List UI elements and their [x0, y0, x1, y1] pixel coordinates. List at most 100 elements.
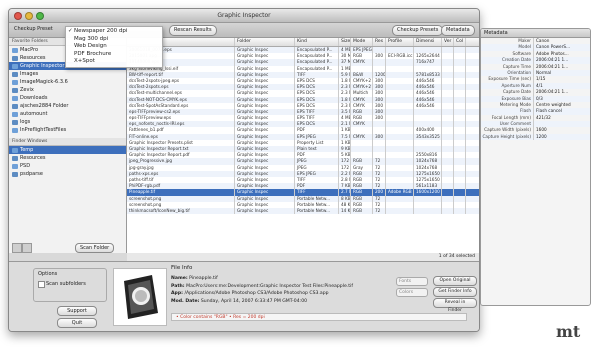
checkup-presets-button[interactable]: Checkup Presets	[392, 25, 444, 36]
brand-logo: mt	[556, 322, 581, 341]
sidebar-folder-label: InPreflightTestFiles	[20, 127, 67, 133]
column-header[interactable]: Size	[339, 38, 351, 46]
table-cell	[442, 207, 454, 215]
open-original-button[interactable]: Open Original	[433, 276, 477, 286]
sidebar-folder-label: ajsches2884 Folder	[20, 103, 69, 109]
table-cell: Portable Netw...	[295, 207, 339, 215]
scan-folder-button[interactable]: Scan Folder	[75, 243, 115, 253]
sidebar-folder-label: logs	[20, 119, 31, 125]
checkmark-icon: ✓	[68, 28, 73, 34]
reveal-in-finder-button[interactable]: Reveal in Finder	[433, 298, 477, 313]
options-title: Options	[38, 271, 58, 277]
preset-menu-item[interactable]: X+Spot	[66, 58, 162, 66]
folder-icon	[12, 87, 18, 93]
table-cell: 14 KB	[341, 207, 351, 215]
preset-menu-item[interactable]: ✓ Newspaper 200 dpi	[66, 28, 162, 36]
add-folder-icon[interactable]	[22, 243, 32, 253]
table-cell: Graphic Inspec	[235, 207, 295, 215]
metadata-value: 1200	[533, 133, 590, 141]
preset-menu-item-label: X+Spot	[74, 58, 95, 64]
sidebar-folder-label: ImageMagick-6.3.6	[20, 79, 68, 85]
colors-popup[interactable]: Colors	[396, 288, 428, 297]
warning-line: • Color contains "RGB" • Res = 200 dpi	[171, 313, 467, 321]
get-finder-info-button[interactable]: Get Finder Info	[433, 287, 477, 297]
metadata-panel: Metadata Maker Canon Model Canon PowerS... S…	[480, 28, 591, 306]
file-info-title: File Info	[171, 265, 193, 271]
sidebar-folder-item[interactable]: InPreflightTestFiles	[9, 126, 126, 134]
sidebar-folder-label: automount	[20, 111, 48, 117]
metadata-key: Capture Height (pixels)	[482, 133, 531, 139]
metadata-header: Metadata	[481, 29, 590, 38]
table-row[interactable]: thinkmacsoft/IconNew_big.tif Graphic Insp…	[127, 207, 479, 215]
scan-subfolders-checkbox[interactable]	[38, 281, 45, 288]
sidebar-folder-item[interactable]: Images	[9, 70, 126, 78]
folder-icon	[12, 171, 18, 177]
name-label: Name:	[171, 276, 188, 281]
support-button[interactable]: Support	[57, 306, 97, 316]
folder-icon	[12, 79, 18, 85]
column-header[interactable]: Folder	[235, 38, 295, 46]
finder-windows-list: Temp Resources PSD psdparse	[9, 146, 126, 178]
scan-subfolders-label: Scan subfolders	[46, 281, 86, 287]
folder-icon	[12, 155, 18, 161]
sidebar-folder-item[interactable]: Downloads	[9, 94, 126, 102]
file-app: /Applications/Adobe Photoshop CS3/Adobe …	[184, 291, 329, 296]
folder-icon	[12, 147, 18, 153]
file-list: Folder Kind Size Mode Res Profile Dimensi Ver Co…	[127, 38, 479, 253]
sidebar-folder-item[interactable]: automount	[9, 110, 126, 118]
sidebar-folder-item[interactable]: ajsches2884 Folder	[9, 102, 126, 110]
bottom-panel: Options Scan subfolders Support Quit Fil…	[9, 261, 479, 331]
sidebar-folder-label: Temp	[20, 147, 34, 153]
preset-menu-item-label: PDF Brochure	[74, 50, 112, 57]
preset-menu-item[interactable]: Web Design	[66, 43, 162, 51]
column-header[interactable]: Kind	[295, 38, 339, 46]
thumbnail-preview	[113, 268, 167, 326]
preset-menu: ✓ Newspaper 200 dpi Mag 300 dpi Web Design P…	[65, 26, 163, 68]
file-path: MacPro:Users:me:Development:Graphic Insp…	[186, 283, 353, 289]
sidebar-folder-label: Zevix	[20, 87, 34, 93]
sidebar-folder-label: Downloads	[20, 95, 48, 101]
column-header[interactable]: Mode	[351, 38, 373, 46]
folder-icon	[12, 95, 18, 101]
sidebar-folder-item[interactable]: Resources	[9, 154, 126, 162]
folder-icon	[12, 103, 18, 109]
sidebar-folder-item[interactable]: PSD	[9, 162, 126, 170]
rescan-results-button[interactable]: Rescan Results	[169, 25, 217, 36]
column-header[interactable]: Col	[454, 38, 466, 46]
preset-menu-item[interactable]: Mag 300 dpi	[66, 36, 162, 44]
folder-icon	[12, 111, 18, 117]
fonts-popup[interactable]: Fonts	[396, 277, 428, 286]
finder-windows-header: Finder Windows	[9, 138, 126, 146]
sidebar-folder-label: MacPro	[20, 47, 39, 53]
table-cell: thinkmacsoft/IconNew_big.tif	[127, 207, 235, 215]
table-cell	[414, 207, 442, 215]
column-header[interactable]: Res	[373, 38, 386, 46]
checkup-preset-label[interactable]: Checkup Preset	[14, 26, 53, 32]
date-label: Mod. Date:	[171, 298, 200, 304]
preset-menu-item[interactable]: PDF Brochure	[66, 51, 162, 59]
sidebar-folder-label: psdparse	[20, 171, 43, 177]
sidebar-folder-item[interactable]: psdparse	[9, 170, 126, 178]
folder-icon	[12, 47, 18, 53]
trash-icon[interactable]	[12, 243, 22, 253]
sidebar-folder-item[interactable]: Zevix	[9, 86, 126, 94]
column-header[interactable]: Profile	[386, 38, 414, 46]
folder-icon	[12, 127, 18, 133]
sidebar-folder-item[interactable]: ImageMagick-6.3.6	[9, 78, 126, 86]
window-title: Graphic Inspector	[217, 12, 271, 19]
quit-button[interactable]: Quit	[57, 318, 97, 328]
metadata-row: Capture Height (pixels) 1200	[481, 133, 590, 141]
column-header[interactable]: Dimensi	[414, 38, 442, 46]
sidebar-folder-item[interactable]: Temp	[9, 146, 126, 154]
table-cell	[454, 207, 466, 215]
sidebar-folder-item[interactable]: logs	[9, 118, 126, 126]
metadata-button[interactable]: Metadata	[441, 25, 475, 36]
selection-status: 1 of 34 selected	[127, 253, 479, 261]
folder-icon	[12, 63, 18, 69]
title-bar: Graphic Inspector	[9, 9, 479, 23]
options-box: Options Scan subfolders	[33, 268, 107, 302]
preset-menu-item-label: Mag 300 dpi	[74, 35, 109, 42]
file-info-panel: File Info Name: Pineapple.tif Path: MacP…	[171, 265, 477, 327]
column-header[interactable]: Ver	[442, 38, 454, 46]
sidebar: Favorite Folders MacPro Resources Graphic …	[9, 38, 127, 253]
